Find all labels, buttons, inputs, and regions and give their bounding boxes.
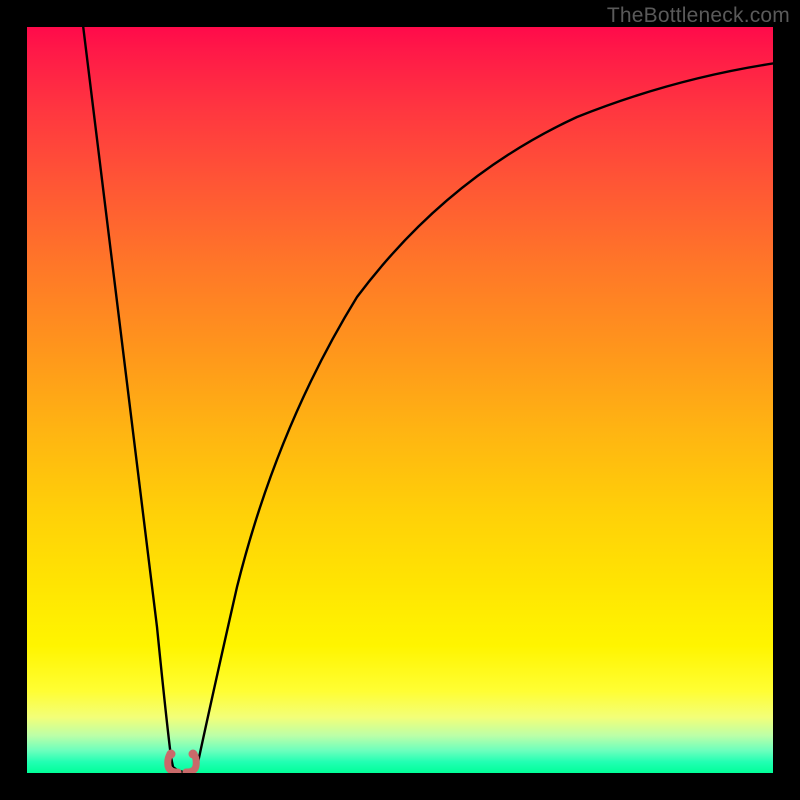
watermark-text: TheBottleneck.com bbox=[607, 4, 790, 28]
plot-area bbox=[27, 27, 773, 773]
bottleneck-curve-svg bbox=[27, 27, 773, 773]
chart-frame: TheBottleneck.com bbox=[0, 0, 800, 800]
curve-left-branch bbox=[82, 27, 173, 767]
curve-right-branch bbox=[197, 62, 773, 767]
min-marker-dot-right bbox=[189, 750, 198, 759]
min-marker-group bbox=[167, 750, 198, 773]
min-marker-dot-left bbox=[167, 750, 176, 759]
